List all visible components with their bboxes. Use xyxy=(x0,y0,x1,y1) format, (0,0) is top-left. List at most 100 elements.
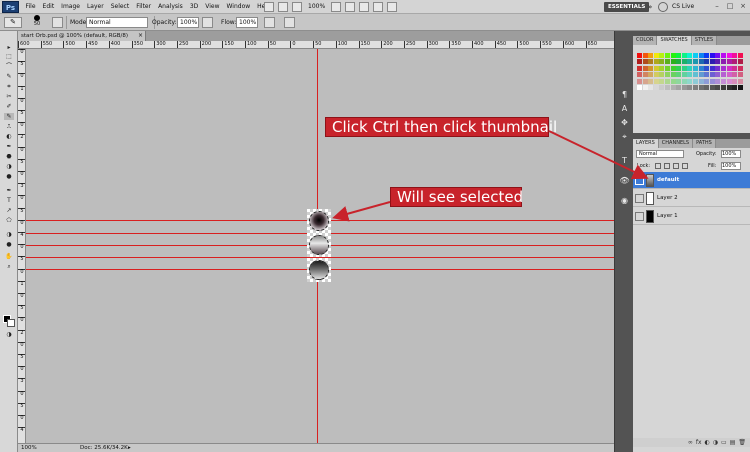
color-swatch[interactable] xyxy=(720,78,726,84)
color-swatch[interactable] xyxy=(692,59,698,65)
color-swatch[interactable] xyxy=(698,59,704,65)
zoom-tool-icon[interactable]: ⌕ xyxy=(4,263,14,270)
color-swatch[interactable] xyxy=(670,59,676,65)
color-swatch[interactable] xyxy=(698,53,704,58)
brush-preset-picker[interactable]: 50 xyxy=(30,15,44,29)
color-swatch[interactable] xyxy=(670,53,676,58)
color-swatch[interactable] xyxy=(664,72,670,78)
close-icon[interactable]: × xyxy=(738,1,748,12)
flow-field[interactable]: 100% xyxy=(236,17,258,28)
color-swatch[interactable] xyxy=(637,72,642,78)
eyedropper-tool-icon[interactable]: ✂ xyxy=(4,93,14,100)
color-swatch[interactable] xyxy=(648,72,654,78)
brush-panel-toggle-icon[interactable] xyxy=(52,17,63,28)
color-swatch[interactable] xyxy=(642,72,648,78)
color-swatch[interactable] xyxy=(664,53,670,58)
opacity-field[interactable]: 100% xyxy=(177,17,199,28)
bridge-icon[interactable] xyxy=(264,2,274,12)
shape-tool-icon[interactable]: ⬠ xyxy=(4,217,14,224)
zoom-tool-icon[interactable] xyxy=(345,2,356,12)
color-swatch[interactable] xyxy=(698,72,704,78)
menu-analysis[interactable]: Analysis xyxy=(155,0,187,14)
menu-image[interactable]: Image xyxy=(58,0,84,14)
color-swatch[interactable] xyxy=(637,78,642,84)
color-swatch[interactable] xyxy=(698,78,704,84)
workspace-essentials-button[interactable]: ESSENTIALS xyxy=(604,2,650,12)
color-swatch[interactable] xyxy=(676,78,682,84)
menu-view[interactable]: View xyxy=(202,0,223,14)
color-swatch[interactable] xyxy=(659,53,665,58)
lock-image-icon[interactable] xyxy=(664,163,670,169)
color-swatch[interactable] xyxy=(664,78,670,84)
arrange-documents-icon[interactable] xyxy=(373,2,384,12)
color-swatch[interactable] xyxy=(681,59,687,65)
pen-tool-icon[interactable]: ✒ xyxy=(4,187,14,194)
color-swatch[interactable] xyxy=(659,59,665,65)
color-swatch[interactable] xyxy=(659,78,665,84)
tab-color[interactable]: COLOR xyxy=(633,36,658,45)
quick-selection-tool-icon[interactable]: ✎ xyxy=(4,73,14,80)
color-swatch[interactable] xyxy=(715,78,721,84)
color-swatch[interactable] xyxy=(642,85,648,91)
color-swatch[interactable] xyxy=(676,85,682,91)
workspace-more-chevron-icon[interactable]: » xyxy=(648,1,652,13)
layer-opacity-field[interactable]: 100% xyxy=(721,150,741,158)
layer-row-layer-2[interactable]: Layer 2 xyxy=(633,190,750,207)
color-swatch[interactable] xyxy=(642,78,648,84)
gradient-tool-icon[interactable]: ⬣ xyxy=(4,153,14,160)
brush-tool-icon[interactable]: ✎ xyxy=(4,113,14,120)
color-swatch[interactable] xyxy=(709,78,715,84)
zoom-status[interactable]: 100% xyxy=(21,444,37,452)
color-swatch[interactable] xyxy=(709,65,715,71)
eye-icon[interactable] xyxy=(635,176,644,185)
document-tab[interactable]: start Orb.psd @ 100% (default, RGB/8) × xyxy=(18,31,146,41)
color-swatch[interactable] xyxy=(732,78,738,84)
color-swatch[interactable] xyxy=(732,72,738,78)
color-swatch[interactable] xyxy=(692,78,698,84)
color-swatch[interactable] xyxy=(737,85,743,91)
screen-mode-icon[interactable] xyxy=(387,2,398,12)
color-swatch[interactable] xyxy=(648,53,654,58)
layer-thumbnail[interactable] xyxy=(646,174,654,187)
color-swatch[interactable] xyxy=(720,53,726,58)
color-swatch[interactable] xyxy=(681,72,687,78)
color-swatch[interactable] xyxy=(720,59,726,65)
background-color-swatch[interactable] xyxy=(7,319,15,327)
color-swatch[interactable] xyxy=(670,65,676,71)
orb-middle[interactable] xyxy=(309,235,329,255)
color-swatch[interactable] xyxy=(720,65,726,71)
close-document-icon[interactable]: × xyxy=(138,31,143,41)
color-swatch[interactable] xyxy=(737,59,743,65)
color-swatch[interactable] xyxy=(737,78,743,84)
color-swatch[interactable] xyxy=(704,72,710,78)
color-swatch[interactable] xyxy=(726,53,732,58)
guides-icon[interactable] xyxy=(292,2,302,12)
color-swatch[interactable] xyxy=(692,72,698,78)
color-swatch[interactable] xyxy=(653,85,659,91)
color-swatch[interactable] xyxy=(687,65,693,71)
color-swatch[interactable] xyxy=(676,65,682,71)
search-icon[interactable] xyxy=(658,2,668,12)
color-swatch[interactable] xyxy=(687,78,693,84)
color-swatch[interactable] xyxy=(670,78,676,84)
color-swatch[interactable] xyxy=(659,65,665,71)
color-swatch[interactable] xyxy=(726,72,732,78)
tab-swatches[interactable]: SWATCHES xyxy=(657,36,692,45)
color-swatch[interactable] xyxy=(715,53,721,58)
menu-edit[interactable]: Edit xyxy=(39,0,58,14)
zoom-level-dropdown[interactable]: 100% xyxy=(306,2,327,12)
color-swatch[interactable] xyxy=(709,53,715,58)
color-swatch[interactable] xyxy=(637,65,642,71)
layer-style-icon[interactable]: fx xyxy=(696,438,702,447)
color-swatch[interactable] xyxy=(737,72,743,78)
type-tool-icon[interactable]: T xyxy=(4,197,14,204)
layer-thumbnail[interactable] xyxy=(646,192,654,205)
color-swatch[interactable] xyxy=(704,59,710,65)
color-swatch[interactable] xyxy=(659,85,665,91)
color-swatch[interactable] xyxy=(681,85,687,91)
color-swatch[interactable] xyxy=(653,72,659,78)
eraser-tool-icon[interactable]: ✒ xyxy=(4,143,14,150)
color-swatch[interactable] xyxy=(659,72,665,78)
color-swatch[interactable] xyxy=(681,65,687,71)
menu-filter[interactable]: Filter xyxy=(133,0,155,14)
